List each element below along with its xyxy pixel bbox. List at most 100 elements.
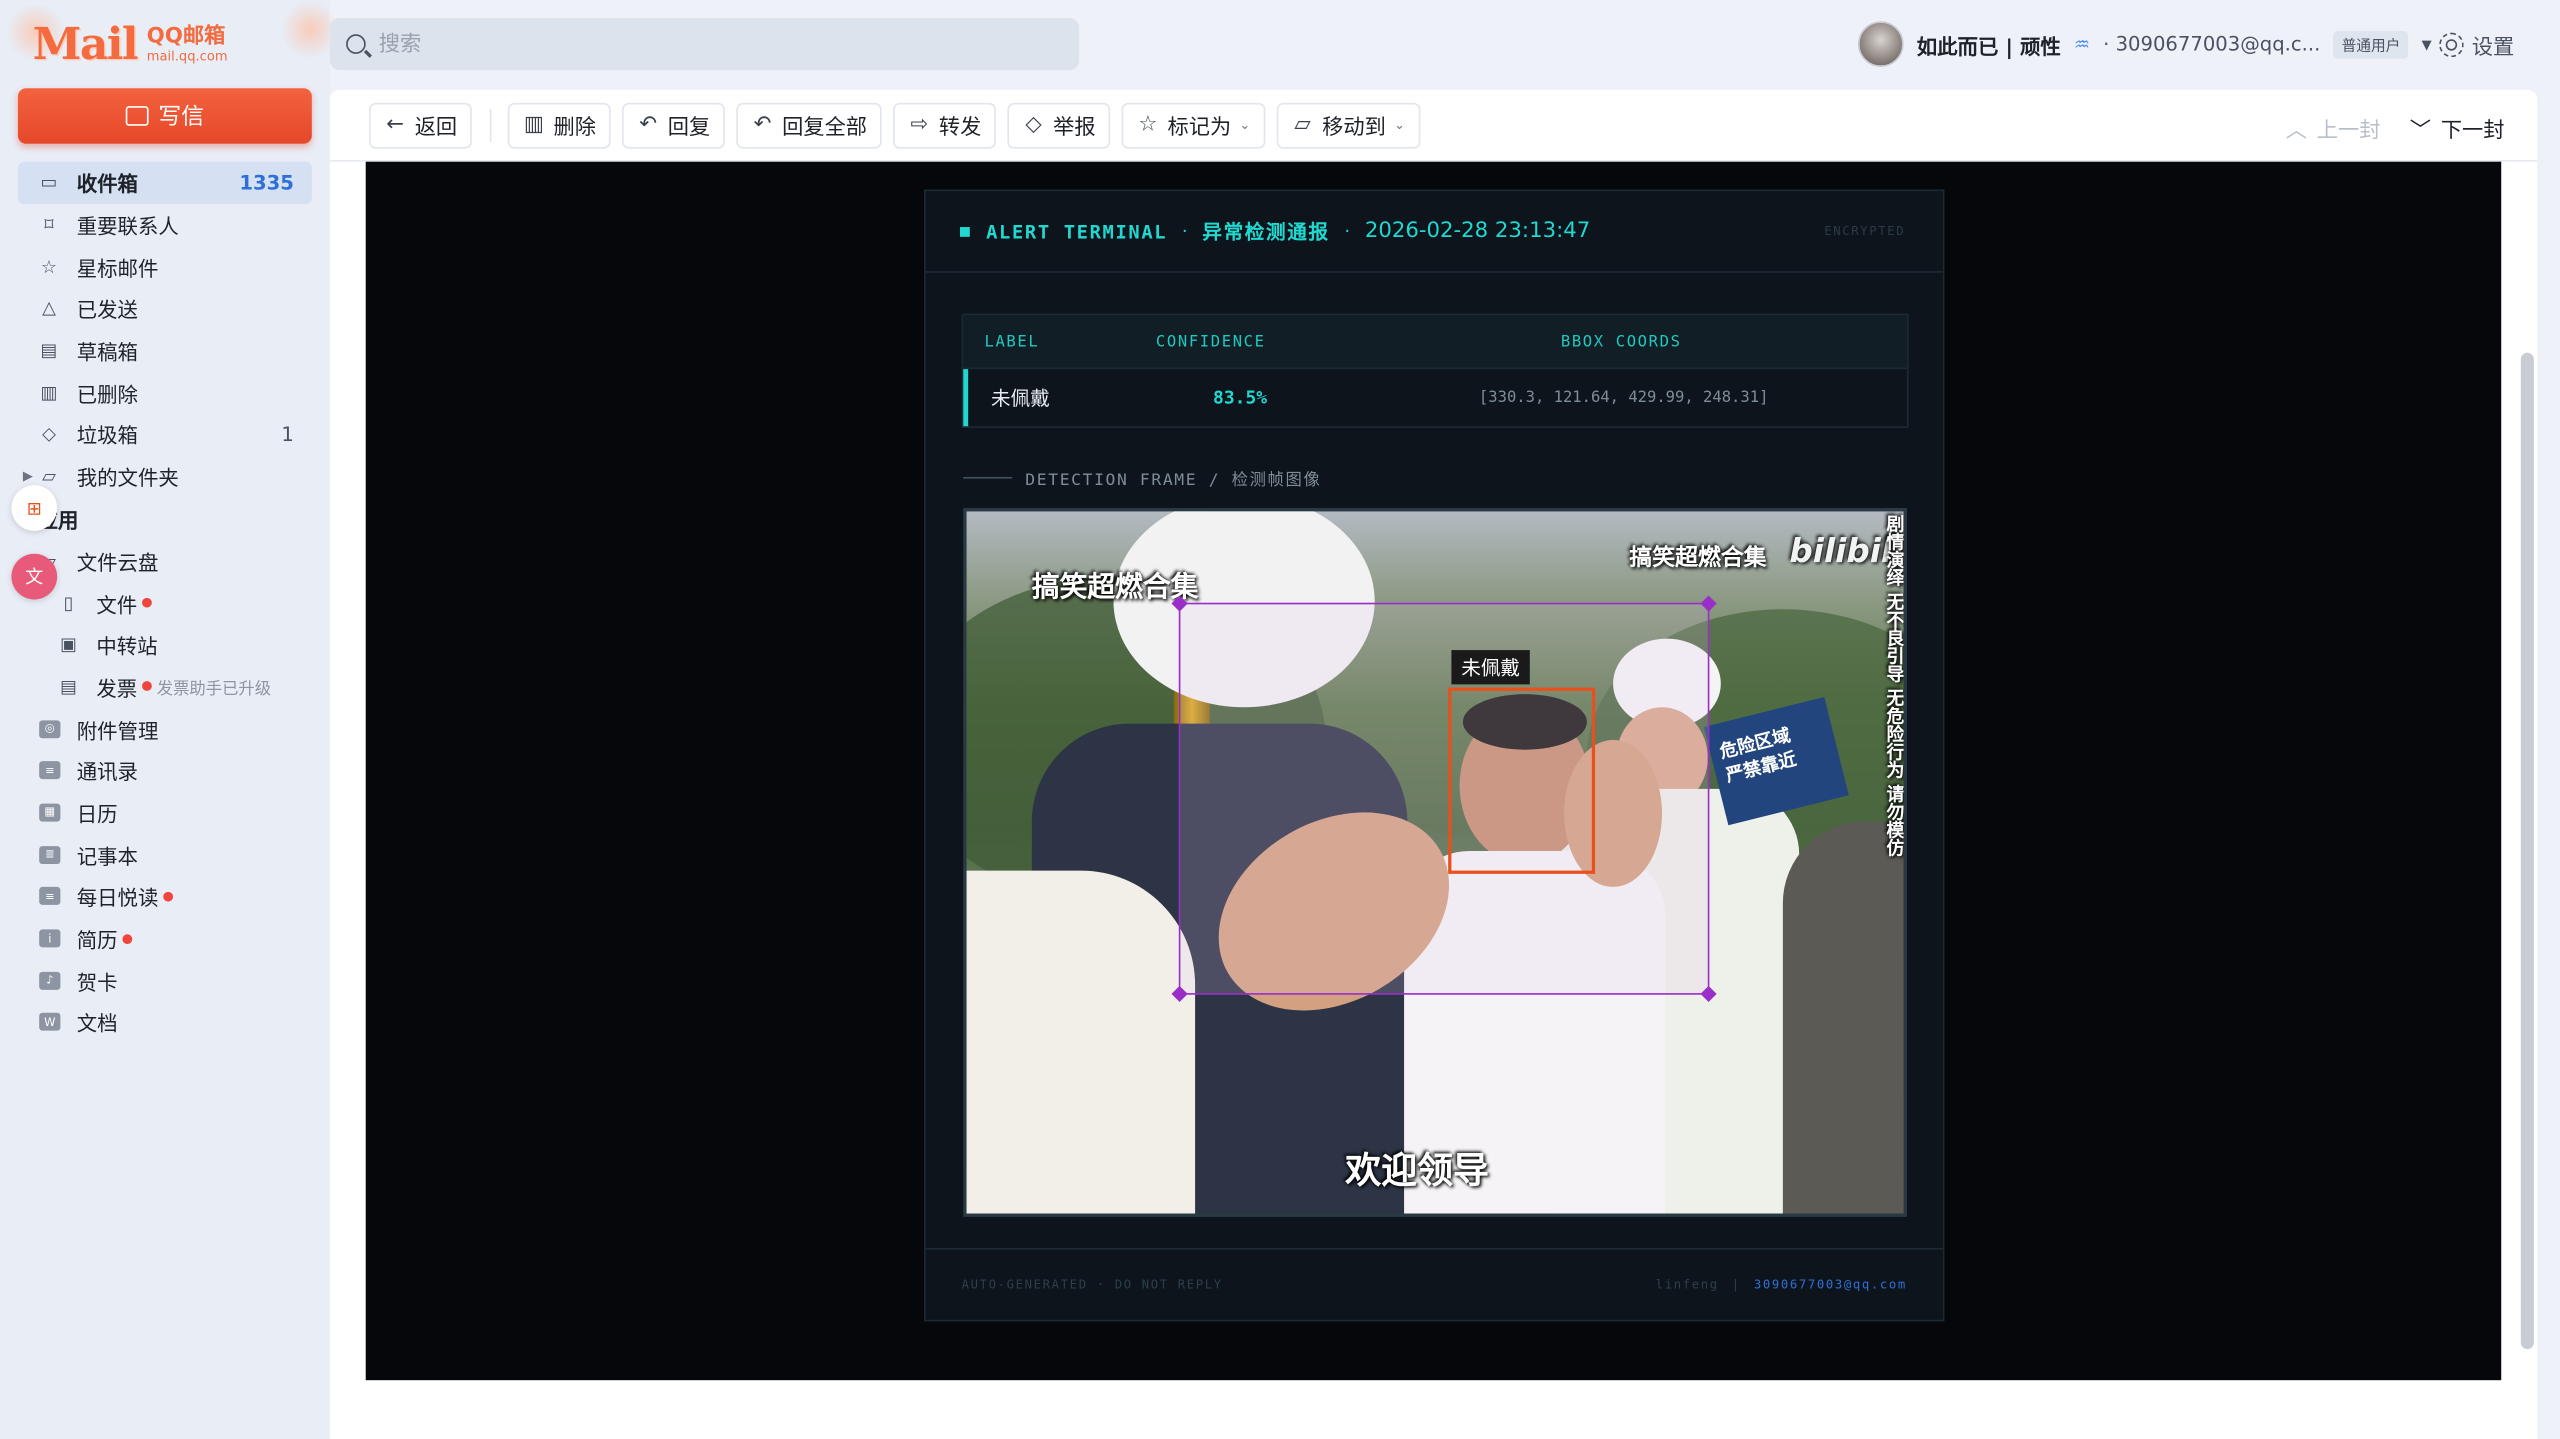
sidebar-item-label: 草稿箱 <box>76 339 138 365</box>
unread-count: 1335 <box>239 171 294 195</box>
sidebar-item-my-folders[interactable]: ▶ ▱ 我的文件夹 <box>18 455 312 497</box>
reply-label: 回复 <box>667 115 711 141</box>
move-to-dropdown[interactable]: ▱ 移动到 ⌄ <box>1276 102 1420 148</box>
alert-subtitle: 异常检测通报 <box>1202 220 1330 244</box>
footer-sender: linfeng | 3090677003@qq.com <box>1656 1277 1907 1292</box>
sidebar-item-notes[interactable]: ≣ 记事本 <box>18 834 312 876</box>
sidebar-item-attachments[interactable]: ◎ 附件管理 <box>18 708 312 750</box>
sidebar-item-label: 每日悦读 <box>76 885 159 911</box>
forward-button[interactable]: ⇨ 转发 <box>893 102 997 148</box>
sidebar-item-calendar[interactable]: ▦ 日历 <box>18 792 312 834</box>
detection-table: LABEL CONFIDENCE BBOX COORDS 未佩戴 83.5% [… <box>961 313 1909 428</box>
sidebar-item-daily-reading[interactable]: ≡ 每日悦读 <box>18 875 312 917</box>
delete-label: 删除 <box>553 115 596 141</box>
inbox-icon: ▭ <box>40 172 58 194</box>
toolbar-divider <box>489 108 492 142</box>
expand-arrow-icon[interactable]: ▶ <box>23 469 33 484</box>
mail-toolbar: ← 返回 ▥ 删除 ↶ 回复 ↶ 回复全部 ⇨ 转发 ◇ 举报 ☆ 标记为 ⌄ ▱ 移动到 ⌄ ︿ 上… <box>329 90 2538 162</box>
logo-text: QQ邮箱 mail.qq.com <box>147 25 228 63</box>
sidebar-item-important-contacts[interactable]: ⌑ 重要联系人 <box>18 204 312 246</box>
scrollbar[interactable] <box>2520 352 2534 1350</box>
move-to-label: 移动到 <box>1322 115 1386 141</box>
reply-all-button[interactable]: ↶ 回复全部 <box>736 102 882 148</box>
sidebar-item-label: 附件管理 <box>76 718 159 743</box>
status-square-icon <box>959 226 970 237</box>
sidebar-item-label: 记事本 <box>76 843 138 869</box>
sidebar-item-sent[interactable]: △ 已发送 <box>18 288 312 330</box>
sidebar-item-label: 发票 <box>96 676 138 701</box>
alert-title: ALERT TERMINAL <box>986 219 1168 243</box>
sidebar-item-spam[interactable]: ◇ 垃圾箱 1 <box>18 413 312 455</box>
reply-button[interactable]: ↶ 回复 <box>622 102 725 148</box>
forward-label: 转发 <box>938 115 982 141</box>
folder-nav: ▭ 收件箱 1335 ⌑ 重要联系人 ☆ 星标邮件 △ 已发送 ▤ 草稿箱 ▥ <box>17 161 312 1044</box>
sidebar-item-starred[interactable]: ☆ 星标邮件 <box>18 246 312 288</box>
report-button[interactable]: ◇ 举报 <box>1007 102 1111 148</box>
resume-app-icon: i <box>39 929 61 948</box>
mark-as-dropdown[interactable]: ☆ 标记为 ⌄ <box>1121 102 1265 148</box>
video-overlay-text: 搞笑超燃合集 <box>1629 545 1767 572</box>
delete-button[interactable]: ▥ 删除 <box>507 102 611 148</box>
avatar[interactable] <box>1857 21 1904 67</box>
sender-name: linfeng <box>1655 1277 1719 1292</box>
compose-icon <box>125 106 149 126</box>
table-row: 未佩戴 83.5% [330.3, 121.64, 429.99, 248.31… <box>963 369 1907 427</box>
previous-mail-button[interactable]: ︿ 上一封 <box>2286 113 2381 144</box>
new-dot <box>163 891 174 902</box>
detection-label-tag: 未佩戴 <box>1451 650 1530 685</box>
alert-header: ALERT TERMINAL · 异常检测通报 · 2026-02-28 23:… <box>925 191 1943 273</box>
video-frame: 危险区域 严禁靠近 搞笑超燃合集 搞笑超燃合集 bilibili 剧情演绎 无不… <box>966 511 1904 1214</box>
video-overlay-text: 搞笑超燃合集 <box>1031 571 1199 605</box>
box-handle <box>1700 595 1717 612</box>
report-label: 举报 <box>1053 115 1096 141</box>
sidebar-item-files[interactable]: ▯ 文件 <box>18 582 312 624</box>
column-header-bbox: BBOX COORDS <box>1560 332 1682 351</box>
detection-bounding-box <box>1171 595 1717 1002</box>
draft-icon: ▤ <box>40 339 58 362</box>
chevron-up-icon: ︿ <box>2285 119 2307 144</box>
sidebar-item-inbox[interactable]: ▭ 收件箱 1335 <box>17 161 312 204</box>
sidebar-item-transfer[interactable]: ▣ 中转站 <box>18 624 312 666</box>
reply-all-label: 回复全部 <box>782 115 868 141</box>
chevron-down-icon[interactable]: ▼ <box>2422 37 2432 52</box>
apps-section-title: 应用 <box>37 507 79 533</box>
alert-footer: AUTO-GENERATED · DO NOT REPLY linfeng | … <box>925 1247 1943 1320</box>
sidebar-item-invoice[interactable]: ▤ 发票 发票助手已升级 <box>18 666 312 708</box>
search-bar[interactable] <box>329 17 1080 71</box>
sidebar-item-deleted[interactable]: ▥ 已删除 <box>18 371 312 413</box>
back-button[interactable]: ← 返回 <box>368 102 472 148</box>
header-separator: · <box>1181 220 1188 242</box>
vertical-disclaimer: 剧情演绎 无不良引导 无危险行为 请勿模仿 <box>1884 514 1904 857</box>
logo-cn: QQ邮箱 <box>146 23 226 49</box>
account-badge: 普通用户 <box>2333 30 2409 58</box>
shield-icon: ◇ <box>42 423 56 446</box>
sidebar-item-greeting-card[interactable]: ♪ 贺卡 <box>18 959 312 1001</box>
sidebar-item-contacts[interactable]: ≡ 通讯录 <box>18 750 312 792</box>
sidebar-item-resume[interactable]: i 简历 <box>18 917 312 959</box>
sidebar-item-label: 重要联系人 <box>76 214 179 239</box>
apps-grid-float-icon[interactable]: ⊞ <box>11 485 58 531</box>
section-label-text: DETECTION FRAME / 检测帧图像 <box>1025 472 1322 491</box>
qq-mail-logo[interactable]: Mail QQ邮箱 mail.qq.com <box>32 18 228 70</box>
folder-icon: ▱ <box>42 465 56 487</box>
sidebar-item-label: 简历 <box>76 927 118 953</box>
sidebar: Mail QQ邮箱 mail.qq.com 写信 ▭ 收件箱 1335 ⌑ 重要… <box>0 0 340 1439</box>
detection-frame-image: 危险区域 严禁靠近 搞笑超燃合集 搞笑超燃合集 bilibili 剧情演绎 无不… <box>963 507 1907 1217</box>
attachment-app-icon: ◎ <box>39 719 61 738</box>
compose-button[interactable]: 写信 <box>17 88 312 144</box>
search-input[interactable] <box>378 31 1032 57</box>
reply-all-icon: ↶ <box>753 112 772 138</box>
logo-wordmark: Mail <box>32 18 139 70</box>
sidebar-item-label: 贺卡 <box>76 969 118 995</box>
chevron-down-icon: ﹀ <box>2409 119 2432 144</box>
sender-email-link[interactable]: 3090677003@qq.com <box>1754 1277 1907 1292</box>
settings-button[interactable]: 设置 <box>2439 29 2514 60</box>
settings-label: 设置 <box>2471 35 2515 61</box>
next-mail-button[interactable]: ﹀ 下一封 <box>2410 113 2505 144</box>
translate-float-icon[interactable]: 文 <box>11 553 58 600</box>
cell-bbox: [330.3, 121.64, 429.99, 248.31] <box>1478 388 1769 407</box>
user-account[interactable]: 如此而已 | 顽性 ♒ · 3090677003@qq.c... 普通用户 ▼ <box>1857 20 2432 69</box>
sidebar-item-drafts[interactable]: ▤ 草稿箱 <box>18 330 312 372</box>
sidebar-item-docs[interactable]: W 文档 <box>18 1001 312 1043</box>
sidebar-item-file-cloud[interactable]: ▼ ▱ 文件云盘 <box>18 540 312 582</box>
